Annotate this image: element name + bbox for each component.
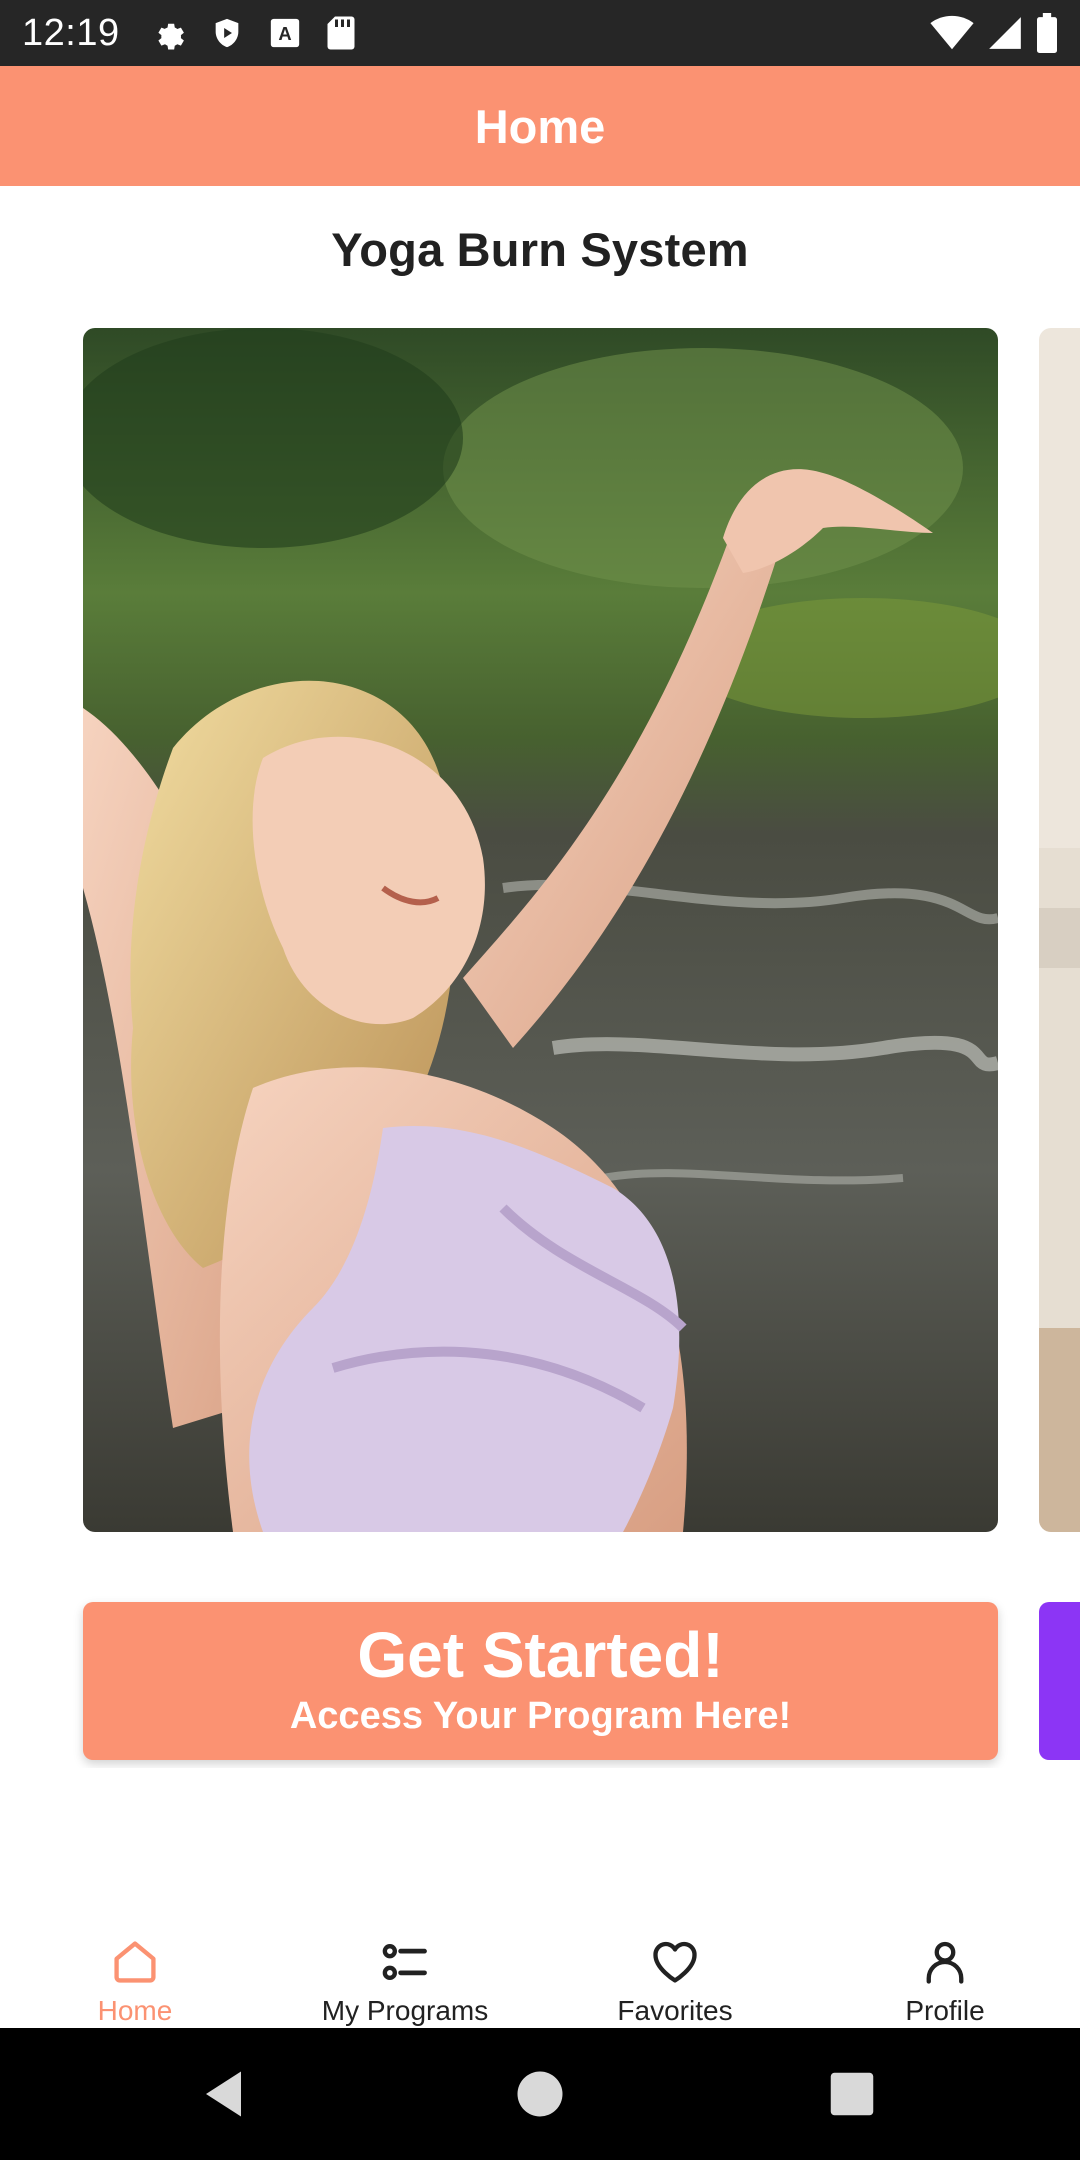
gear-icon (150, 15, 186, 51)
cellular-signal-icon (986, 14, 1024, 52)
person-icon (926, 1941, 964, 1984)
cta-title: Get Started! (357, 1619, 724, 1691)
page-title: Home (474, 99, 606, 153)
nav-item-favorites[interactable]: Favorites (540, 1900, 810, 2028)
nav-label-favorites: Favorites (617, 1995, 733, 2026)
status-bar: 12:19 A (0, 0, 1080, 66)
nav-label-my-programs: My Programs (321, 1995, 489, 2026)
status-time: 12:19 (22, 12, 120, 54)
section-title: Yoga Burn System (331, 223, 749, 276)
shield-icon (210, 15, 244, 51)
wifi-icon (930, 15, 974, 51)
app-bar: Home (0, 66, 1080, 186)
nav-item-my-programs[interactable]: My Programs (270, 1900, 540, 2028)
bottom-navigation: Home My Programs Favorites Profile (0, 1900, 1080, 2028)
system-navigation-bar (0, 2028, 1080, 2160)
recents-icon[interactable] (822, 2064, 882, 2124)
status-icons-left: A (150, 14, 356, 52)
home-icon (114, 1941, 156, 1983)
battery-icon (1036, 13, 1058, 53)
next-program-image[interactable] (1039, 328, 1080, 1532)
program-image[interactable] (83, 328, 998, 1532)
nav-item-profile[interactable]: Profile (810, 1900, 1080, 2028)
nav-label-home: Home (97, 1995, 173, 2026)
sd-card-icon (326, 15, 356, 51)
cta-subtitle: Access Your Program Here! (289, 1695, 792, 1737)
svg-text:A: A (278, 23, 291, 44)
nav-item-home[interactable]: Home (0, 1900, 270, 2028)
home-circle-icon[interactable] (510, 2064, 570, 2124)
program-carousel[interactable]: Get Started! Access Your Program Here! (0, 328, 1080, 1768)
nav-label-profile: Profile (905, 1995, 985, 2026)
keyboard-icon: A (268, 16, 302, 50)
back-icon[interactable] (196, 2064, 256, 2124)
list-icon (382, 1944, 427, 1980)
status-icons-right (930, 12, 1058, 54)
get-started-button[interactable]: Get Started! Access Your Program Here! (83, 1602, 998, 1760)
next-program-button[interactable] (1039, 1602, 1080, 1760)
heart-icon (653, 1941, 697, 1983)
